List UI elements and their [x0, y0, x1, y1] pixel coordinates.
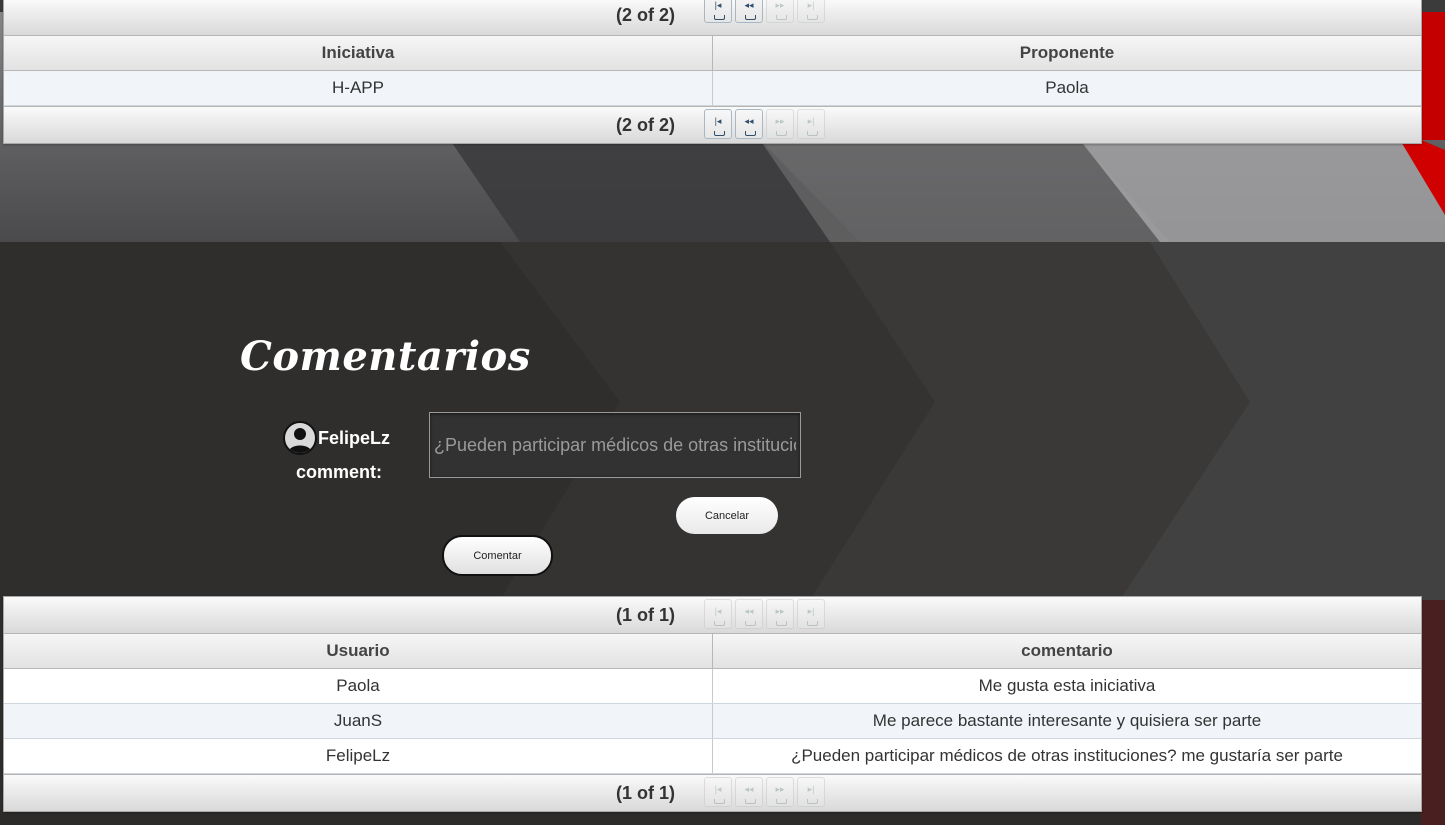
initiatives-table: Iniciativa Proponente H-APP Paola [4, 36, 1421, 106]
column-header-usuario[interactable]: Usuario [4, 634, 713, 669]
page-indicator: (1 of 1) [616, 783, 676, 803]
first-page-icon: |◂ [704, 777, 732, 807]
cell-comentario: ¿Pueden participar médicos de otras inst… [712, 738, 1421, 774]
cell-proponente: Paola [712, 70, 1421, 106]
next-page-icon: ▸▸ [766, 109, 794, 139]
column-header-comentario[interactable]: comentario [712, 634, 1421, 669]
last-page-icon: ▸| [797, 599, 825, 629]
username-label: FelipeLz [318, 428, 391, 448]
user-avatar-icon [283, 421, 317, 455]
cancel-button[interactable]: Cancelar [676, 497, 778, 534]
comment-input[interactable] [429, 412, 801, 478]
comments-grid: (1 of 1) |◂ ◂◂ ▸▸ ▸| Usuario comentario … [3, 596, 1422, 812]
next-page-icon: ▸▸ [766, 599, 794, 629]
cell-comentario: Me gusta esta iniciativa [712, 668, 1421, 704]
cell-iniciativa: H-APP [4, 70, 713, 106]
next-page-icon: ▸▸ [766, 0, 794, 23]
page-indicator: (1 of 1) [616, 605, 676, 625]
cell-usuario: JuanS [4, 703, 713, 739]
comments-table: Usuario comentario Paola Me gusta esta i… [4, 634, 1421, 774]
comments-pager-bottom: (1 of 1) |◂ ◂◂ ▸▸ ▸| [4, 774, 1421, 811]
table-row[interactable]: JuanS Me parece bastante interesante y q… [4, 703, 1421, 739]
previous-page-icon[interactable]: ◂◂ [735, 109, 763, 139]
initiatives-pager-bottom: (2 of 2) |◂ ◂◂ ▸▸ ▸| [4, 106, 1421, 143]
cell-comentario: Me parece bastante interesante y quisier… [712, 703, 1421, 739]
table-row[interactable]: Paola Me gusta esta iniciativa [4, 668, 1421, 704]
last-page-icon: ▸| [797, 109, 825, 139]
previous-page-icon: ◂◂ [735, 599, 763, 629]
initiatives-grid: (2 of 2) |◂ ◂◂ ▸▸ ▸| Iniciativa Proponen… [3, 0, 1422, 144]
last-page-icon: ▸| [797, 777, 825, 807]
first-page-icon[interactable]: |◂ [704, 0, 732, 23]
last-page-icon: ▸| [797, 0, 825, 23]
comment-label: comment: [296, 462, 383, 482]
comment-submit-button[interactable]: Comentar [442, 535, 553, 576]
page-indicator: (2 of 2) [616, 115, 676, 135]
initiatives-pager-top: (2 of 2) |◂ ◂◂ ▸▸ ▸| [4, 0, 1421, 36]
first-page-icon: |◂ [704, 599, 732, 629]
column-header-iniciativa[interactable]: Iniciativa [4, 36, 713, 71]
comments-title: Comentarios [240, 333, 531, 380]
previous-page-icon[interactable]: ◂◂ [735, 0, 763, 23]
table-row[interactable]: FelipeLz ¿Pueden participar médicos de o… [4, 738, 1421, 774]
cell-usuario: FelipeLz [4, 738, 713, 774]
cell-usuario: Paola [4, 668, 713, 704]
previous-page-icon: ◂◂ [735, 777, 763, 807]
comments-pager-top: (1 of 1) |◂ ◂◂ ▸▸ ▸| [4, 597, 1421, 634]
table-row[interactable]: H-APP Paola [4, 70, 1421, 106]
first-page-icon[interactable]: |◂ [704, 109, 732, 139]
page-indicator: (2 of 2) [616, 5, 676, 25]
column-header-proponente[interactable]: Proponente [712, 36, 1421, 71]
next-page-icon: ▸▸ [766, 777, 794, 807]
